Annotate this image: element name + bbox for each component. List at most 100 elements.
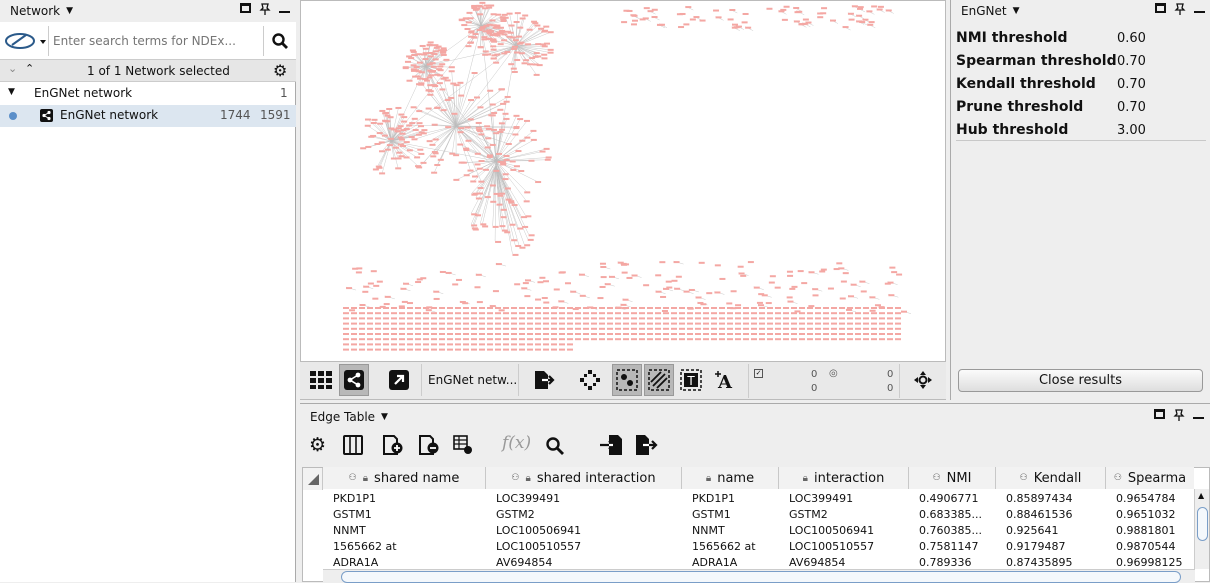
import-table-icon[interactable] [599,434,623,459]
table-cell[interactable]: LOC100510557 [496,540,686,553]
hidden-node-count: 0 [887,369,893,380]
gear-icon[interactable]: ⚙ [273,61,287,80]
table-cell[interactable]: 0.88461536 [1006,508,1102,521]
open-external-button[interactable] [384,364,414,396]
table-cell[interactable]: 0.9870544 [1116,540,1192,553]
minimize-icon[interactable] [1194,11,1205,13]
column-header-nmi[interactable]: ⚇ NMI [909,467,996,489]
scroll-up-icon[interactable]: ▲ [1198,491,1204,500]
network-graph[interactable] [301,1,946,362]
table-cell[interactable]: 1565662 at [333,540,483,553]
edge-table-title[interactable]: Edge Table [310,410,375,424]
table-cell[interactable]: 0.87435895 [1006,556,1102,569]
horizontal-scrollbar[interactable] [323,569,1195,582]
table-cell[interactable]: LOC100506941 [789,524,907,537]
network-view-button[interactable] [339,364,369,396]
close-results-button[interactable]: Close results [958,369,1203,392]
pin-icon[interactable] [1173,409,1185,421]
node-selection-toggle[interactable] [612,364,642,396]
network-panel-title[interactable]: Network [10,4,60,18]
network-edge-count: 1591 [260,108,291,122]
table-cell[interactable]: NNMT [692,524,777,537]
table-cell[interactable]: 0.9654784 [1116,492,1192,505]
table-cell[interactable]: LOC399491 [789,492,907,505]
table-cell[interactable]: 0.85897434 [1006,492,1102,505]
table-cell[interactable]: 0.96998125 [1116,556,1192,569]
column-header-kendall[interactable]: ⚇ Kendall [996,467,1106,489]
nmi-threshold-label: NMI threshold [956,30,1068,46]
table-cell[interactable]: PKD1P1 [692,492,777,505]
maximize-icon[interactable] [1154,409,1165,419]
collection-row[interactable]: ▼ EnGNet network 1 [0,83,296,105]
table-cell[interactable]: GSTM1 [333,508,483,521]
show-columns-icon[interactable] [343,435,363,455]
column-header-spearman[interactable]: ⚇ Spearma [1106,467,1194,489]
table-cell[interactable]: 0.789336 [919,556,999,569]
new-column-icon[interactable] [383,435,405,458]
column-header-shared-interaction[interactable]: ⚇ 🔒︎ shared interaction [486,467,682,489]
table-search-icon[interactable] [546,437,564,458]
table-cell[interactable]: AV694854 [496,556,686,569]
function-builder-icon[interactable]: f(x) [502,433,531,453]
network-canvas[interactable] [300,0,946,362]
edge-selection-toggle[interactable] [644,364,674,396]
table-cell[interactable]: 0.4906771 [919,492,999,505]
delete-column-icon[interactable] [419,435,441,458]
table-cell[interactable]: 1565662 at [692,540,777,553]
column-header-shared-name[interactable]: ⚇ 🔒︎ shared name [323,467,486,489]
table-cell[interactable]: 0.683385... [919,508,999,521]
table-cell[interactable]: GSTM2 [789,508,907,521]
fit-layout-button[interactable] [575,364,605,396]
engnet-panel-title[interactable]: EnGNet [961,4,1007,18]
lock-icon: 🔒︎ [363,473,368,484]
export-table-icon[interactable] [634,434,658,459]
horizontal-scroll-thumb[interactable] [341,571,1181,583]
lock-icon: 🔒︎ [526,473,531,484]
maximize-icon[interactable] [1155,3,1166,13]
table-cell[interactable]: 0.760385... [919,524,999,537]
network-row[interactable]: EnGNet network 1744 1591 [0,105,296,127]
ndex-search-input[interactable] [48,26,262,56]
table-cell[interactable]: 0.9651032 [1116,508,1192,521]
dropdown-arrow-icon[interactable]: ▼ [381,412,388,422]
dropdown-arrow-icon[interactable]: ▼ [1013,6,1020,16]
table-cell[interactable]: GSTM1 [692,508,777,521]
navigate-button[interactable] [908,364,938,396]
export-button[interactable] [529,364,559,396]
table-cell[interactable]: LOC100510557 [789,540,907,553]
table-settings-icon[interactable]: ⚙ [309,434,326,456]
table-corner[interactable] [303,468,323,490]
table-cell[interactable]: ADRA1A [333,556,483,569]
table-cell[interactable]: 0.7581147 [919,540,999,553]
table-cell[interactable]: LOC399491 [496,492,686,505]
table-cell[interactable]: LOC100506941 [496,524,686,537]
annotation-selection-toggle[interactable]: T [676,364,706,396]
pin-icon[interactable] [259,3,271,15]
maximize-icon[interactable] [240,3,251,13]
tree-expand-icon[interactable]: ▼ [8,87,15,97]
dropdown-arrow-icon[interactable]: ▼ [66,6,73,16]
minimize-icon[interactable] [279,11,290,13]
table-cell[interactable]: 0.9881801 [1116,524,1192,537]
expand-all-icon[interactable]: ⌄ [8,62,17,75]
pin-icon[interactable] [1174,3,1186,15]
column-type-icon: ⚇ [349,473,357,483]
search-button[interactable] [263,26,295,56]
table-cell[interactable]: GSTM2 [496,508,686,521]
vertical-scroll-thumb[interactable] [1197,507,1208,541]
column-header-interaction[interactable]: 🔒︎ interaction [779,467,909,489]
table-link-icon[interactable] [453,435,473,458]
collapse-all-icon[interactable]: ⌃ [25,62,34,75]
column-header-name[interactable]: 🔒︎ name [682,467,779,489]
grid-view-button[interactable] [306,364,336,396]
table-cell[interactable]: 0.9179487 [1006,540,1102,553]
table-cell[interactable]: AV694854 [789,556,907,569]
table-cell[interactable]: 0.925641 [1006,524,1102,537]
label-selection-toggle[interactable]: A [710,364,740,396]
table-cell[interactable]: NNMT [333,524,483,537]
table-cell[interactable]: ADRA1A [692,556,777,569]
table-cell[interactable]: PKD1P1 [333,492,483,505]
ndex-logo-icon[interactable] [4,31,46,51]
vertical-scrollbar[interactable]: ▲ [1194,489,1209,569]
minimize-icon[interactable] [1193,417,1204,419]
